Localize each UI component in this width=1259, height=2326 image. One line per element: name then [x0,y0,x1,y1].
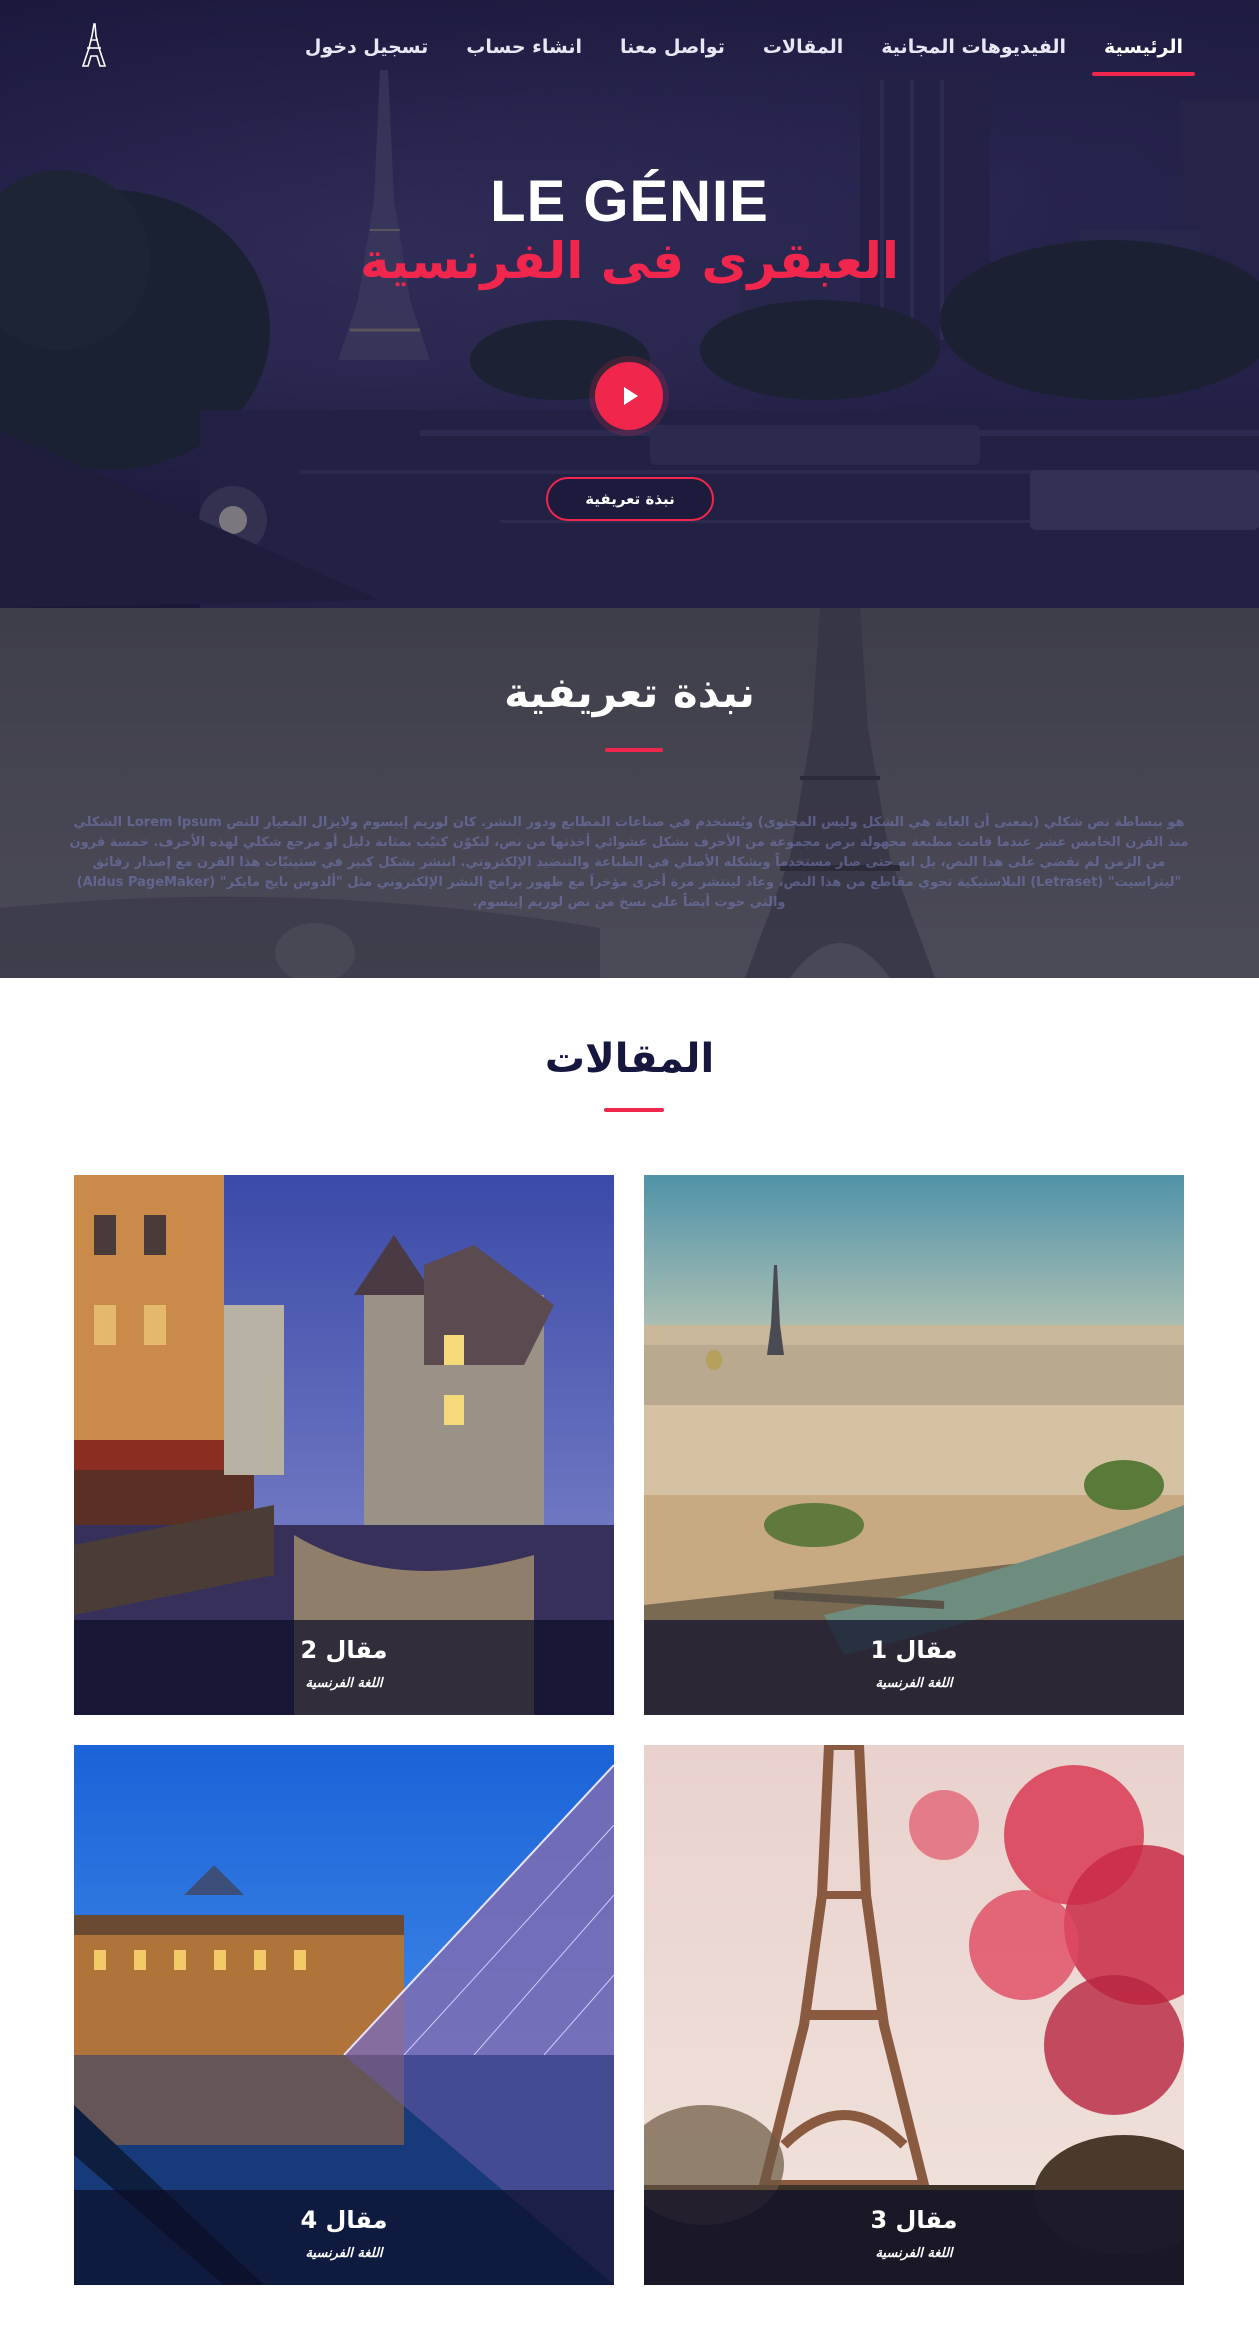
article-caption: مقال 2 اللغة الفرنسية [74,1620,614,1715]
nav-item-login[interactable]: تسجيل دخول [305,36,428,76]
main-navigation: الرئيسية الفيديوهات المجانية المقالات تو… [0,0,1259,100]
article-card-1[interactable]: مقال 1 اللغة الفرنسية [644,1175,1184,1715]
article-title: مقال 1 [870,1636,958,1664]
article-card-2[interactable]: مقال 2 اللغة الفرنسية [74,1175,614,1715]
about-text: هو ببساطة نص شكلي (بمعنى أن الغاية هي ال… [69,815,1189,910]
intro-button[interactable]: نبذة تعريفية [546,477,714,521]
hero-subtitle: العبقرى فى الفرنسية [360,232,899,290]
nav-item-contact[interactable]: تواصل معنا [620,36,725,76]
article-caption: مقال 1 اللغة الفرنسية [644,1620,1184,1715]
article-subtitle: اللغة الفرنسية [305,1676,383,1691]
hero-title: LE GÉNIE [490,169,769,234]
eiffel-tower-icon[interactable] [74,22,114,68]
article-subtitle: اللغة الفرنسية [875,1676,953,1691]
about-title: نبذة تعريفية [504,668,755,717]
article-caption: مقال 3 اللغة الفرنسية [644,2190,1184,2285]
article-card-3[interactable]: مقال 3 اللغة الفرنسية [644,1745,1184,2285]
articles-title-underline [604,1108,664,1112]
article-card-4[interactable]: مقال 4 اللغة الفرنسية [74,1745,614,2285]
article-title: مقال 3 [870,2206,958,2234]
articles-title: المقالات [544,1036,715,1082]
about-section: نبذة تعريفية هو ببساطة نص شكلي (بمعنى أن… [0,608,1259,978]
nav-item-articles[interactable]: المقالات [763,36,843,76]
article-caption: مقال 4 اللغة الفرنسية [74,2190,614,2285]
about-title-underline [605,748,663,752]
about-overlay [0,608,1259,978]
nav-item-register[interactable]: انشاء حساب [466,36,582,76]
play-video-button[interactable] [595,362,663,430]
article-subtitle: اللغة الفرنسية [305,2246,383,2261]
nav-menu: الرئيسية الفيديوهات المجانية المقالات تو… [305,36,1195,76]
hero-section: الرئيسية الفيديوهات المجانية المقالات تو… [0,0,1259,608]
article-subtitle: اللغة الفرنسية [875,2246,953,2261]
article-title: مقال 4 [300,2206,388,2234]
nav-item-home[interactable]: الرئيسية [1092,36,1195,76]
article-title: مقال 2 [300,1636,388,1664]
nav-item-free-videos[interactable]: الفيديوهات المجانية [881,36,1066,76]
play-icon [624,387,638,405]
